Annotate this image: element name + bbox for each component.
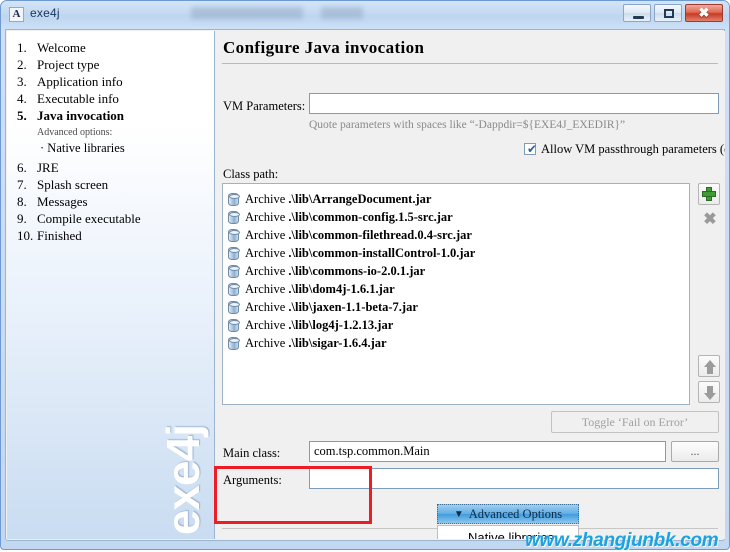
sidebar-item-messages[interactable]: 8. Messages — [17, 194, 88, 210]
jar-archive-icon — [228, 337, 240, 350]
list-item[interactable]: Archive .\lib\log4j-1.2.13.jar — [223, 316, 689, 334]
jar-archive-icon — [228, 283, 240, 296]
maximize-button[interactable] — [654, 4, 682, 22]
remove-archive-button[interactable]: ✖ — [698, 209, 720, 231]
checkmark-icon: ✔ — [526, 142, 538, 156]
main-class-browse-button[interactable]: ... — [671, 441, 719, 462]
list-item[interactable]: Archive .\lib\common-config.1.5-src.jar — [223, 208, 689, 226]
remove-icon: ✖ — [703, 211, 717, 228]
redacted-title-text-1 — [191, 7, 303, 19]
page-title: Configure Java invocation — [223, 38, 425, 57]
list-item[interactable]: Archive .\lib\common-filethread.0.4-src.… — [223, 226, 689, 244]
allow-passthrough-label: Allow VM passthrough parameters (e.g. -J… — [541, 142, 725, 156]
jar-archive-icon — [228, 229, 240, 242]
app-icon: A — [9, 7, 24, 22]
close-icon: ✖ — [698, 5, 710, 20]
sidebar-item-executable-info[interactable]: 4. Executable info — [17, 91, 119, 107]
vm-parameters-label: VM Parameters: — [223, 99, 306, 113]
class-path-label: Class path: — [223, 167, 279, 181]
sidebar-item-compile-executable[interactable]: 9. Compile executable — [17, 211, 141, 227]
list-item[interactable]: Archive .\lib\dom4j-1.6.1.jar — [223, 280, 689, 298]
vm-parameters-input[interactable] — [309, 93, 719, 114]
sidebar-item-application-info[interactable]: 3. Application info — [17, 74, 123, 90]
allow-passthrough-checkbox[interactable]: ✔ — [524, 142, 538, 156]
exe4j-watermark: exe4j — [157, 424, 209, 535]
close-button[interactable]: ✖ — [685, 4, 723, 22]
sidebar-item-splash-screen[interactable]: 7. Splash screen — [17, 177, 108, 193]
main-class-label: Main class: — [223, 446, 281, 460]
jar-archive-icon — [228, 247, 240, 260]
wizard-steps-sidebar: 1. Welcome 2. Project type 3. Application i… — [7, 31, 215, 539]
chevron-down-icon: ▼ — [453, 509, 464, 520]
list-item[interactable]: Archive .\lib\common-installControl-1.0.… — [223, 244, 689, 262]
toggle-fail-on-error-button[interactable]: Toggle ‘Fail on Error’ — [551, 411, 719, 433]
jar-archive-icon — [228, 193, 240, 206]
arrow-up-icon — [704, 360, 716, 374]
sidebar-item-jre[interactable]: 6. JRE — [17, 160, 59, 176]
sidebar-item-welcome[interactable]: 1. Welcome — [17, 40, 86, 56]
add-archive-button[interactable] — [698, 183, 720, 205]
main-panel: Configure Java invocation VM Parameters:… — [216, 31, 725, 539]
sidebar-item-java-invocation[interactable]: 5. Java invocation — [17, 108, 124, 124]
sidebar-item-native-libraries[interactable]: · Native libraries — [40, 141, 125, 156]
window-content: 1. Welcome 2. Project type 3. Application i… — [5, 29, 725, 541]
advanced-options-button[interactable]: ▼ Advanced Options — [437, 504, 579, 524]
list-item[interactable]: Archive .\lib\jaxen-1.1-beta-7.jar — [223, 298, 689, 316]
sidebar-advanced-options-label: Advanced options: — [37, 127, 113, 138]
arguments-label: Arguments: — [223, 473, 282, 487]
site-watermark: www.zhangjunbk.com — [525, 530, 719, 551]
list-item[interactable]: Archive .\lib\sigar-1.6.4.jar — [223, 334, 689, 352]
jar-archive-icon — [228, 319, 240, 332]
list-item[interactable]: Archive .\lib\ArrangeDocument.jar — [223, 190, 689, 208]
move-up-button[interactable] — [698, 355, 720, 377]
list-item[interactable]: Archive .\lib\commons-io-2.0.1.jar — [223, 262, 689, 280]
window-title: exe4j — [30, 6, 60, 20]
exe4j-wizard-window: A exe4j ✖ 1. Welcome 2. Project type 3. App… — [0, 0, 730, 551]
sidebar-item-finished[interactable]: 10. Finished — [17, 228, 82, 244]
maximize-icon — [664, 9, 674, 18]
jar-archive-icon — [228, 265, 240, 278]
class-path-list[interactable]: Archive .\lib\ArrangeDocument.jar Archiv… — [222, 183, 690, 405]
jar-archive-icon — [228, 301, 240, 314]
vm-parameters-hint: Quote parameters with spaces like “-Dapp… — [309, 119, 626, 131]
main-class-input[interactable]: com.tsp.common.Main — [309, 441, 666, 462]
minimize-button[interactable] — [623, 4, 651, 22]
jar-archive-icon — [228, 211, 240, 224]
minimize-icon — [633, 16, 644, 19]
title-divider — [222, 63, 718, 64]
title-bar: A exe4j ✖ — [1, 1, 729, 28]
advanced-options-label: Advanced Options — [468, 507, 563, 521]
move-down-button[interactable] — [698, 381, 720, 403]
arguments-input[interactable] — [309, 468, 719, 489]
redacted-title-text-2 — [321, 7, 363, 19]
sidebar-item-project-type[interactable]: 2. Project type — [17, 57, 99, 73]
add-icon — [702, 187, 716, 201]
arrow-down-icon — [704, 386, 716, 400]
